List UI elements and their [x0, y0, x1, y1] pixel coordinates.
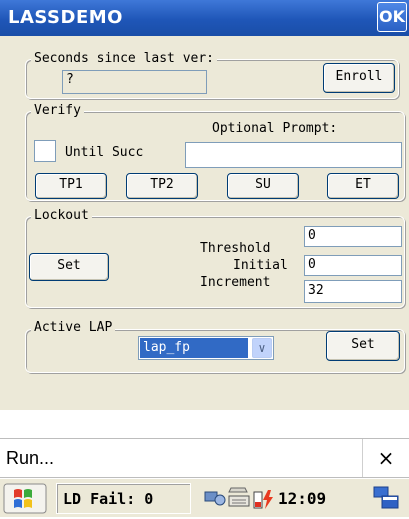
lockout-group-label: Lockout — [31, 208, 92, 224]
window-title: LASSDEMO — [8, 7, 123, 28]
run-bar[interactable]: Run... × — [0, 438, 409, 478]
tp1-button[interactable]: TP1 — [35, 173, 107, 199]
seconds-since-label: Seconds since last ver: — [31, 51, 218, 67]
initial-input[interactable]: 0 — [304, 255, 402, 276]
increment-input[interactable]: 32 — [304, 280, 402, 303]
ok-button[interactable]: OK — [377, 2, 407, 32]
close-icon[interactable]: × — [362, 439, 409, 477]
taskbar: LD Fail: 0 12:09 — [0, 478, 409, 517]
et-button[interactable]: ET — [327, 173, 399, 199]
until-success-label: Until Succ — [65, 145, 144, 160]
tp2-button[interactable]: TP2 — [126, 173, 198, 199]
switch-windows-icon[interactable] — [370, 484, 402, 514]
seconds-value-field: ? — [62, 70, 207, 94]
enroll-button[interactable]: Enroll — [323, 63, 395, 93]
network-icon[interactable] — [204, 488, 226, 508]
run-text[interactable]: Run... — [6, 448, 54, 469]
threshold-input[interactable]: 0 — [304, 226, 402, 247]
lockout-set-button[interactable]: Set — [29, 253, 109, 281]
active-lap-selected: lap_fp — [140, 338, 248, 358]
chevron-down-icon[interactable]: ∨ — [252, 338, 272, 358]
active-lap-label: Active LAP — [31, 320, 116, 336]
optional-prompt-input[interactable] — [185, 142, 402, 168]
active-lap-dropdown[interactable]: lap_fp ∨ — [138, 336, 274, 360]
until-success-checkbox[interactable] — [34, 140, 56, 162]
clock[interactable]: 12:09 — [278, 483, 326, 514]
optional-prompt-label: Optional Prompt: — [212, 121, 338, 136]
su-button[interactable]: SU — [227, 173, 299, 199]
ld-fail-status: LD Fail: 0 — [56, 483, 191, 514]
lap-set-button[interactable]: Set — [326, 331, 400, 361]
keyboard-icon[interactable] — [227, 486, 251, 510]
initial-label: Initial — [233, 258, 288, 273]
title-bar: LASSDEMO OK — [0, 0, 409, 36]
threshold-label: Threshold — [200, 241, 271, 256]
increment-label: Increment — [200, 275, 271, 290]
windows-start-icon[interactable] — [2, 482, 48, 515]
battery-icon[interactable] — [252, 487, 276, 511]
verify-group-label: Verify — [31, 103, 84, 119]
